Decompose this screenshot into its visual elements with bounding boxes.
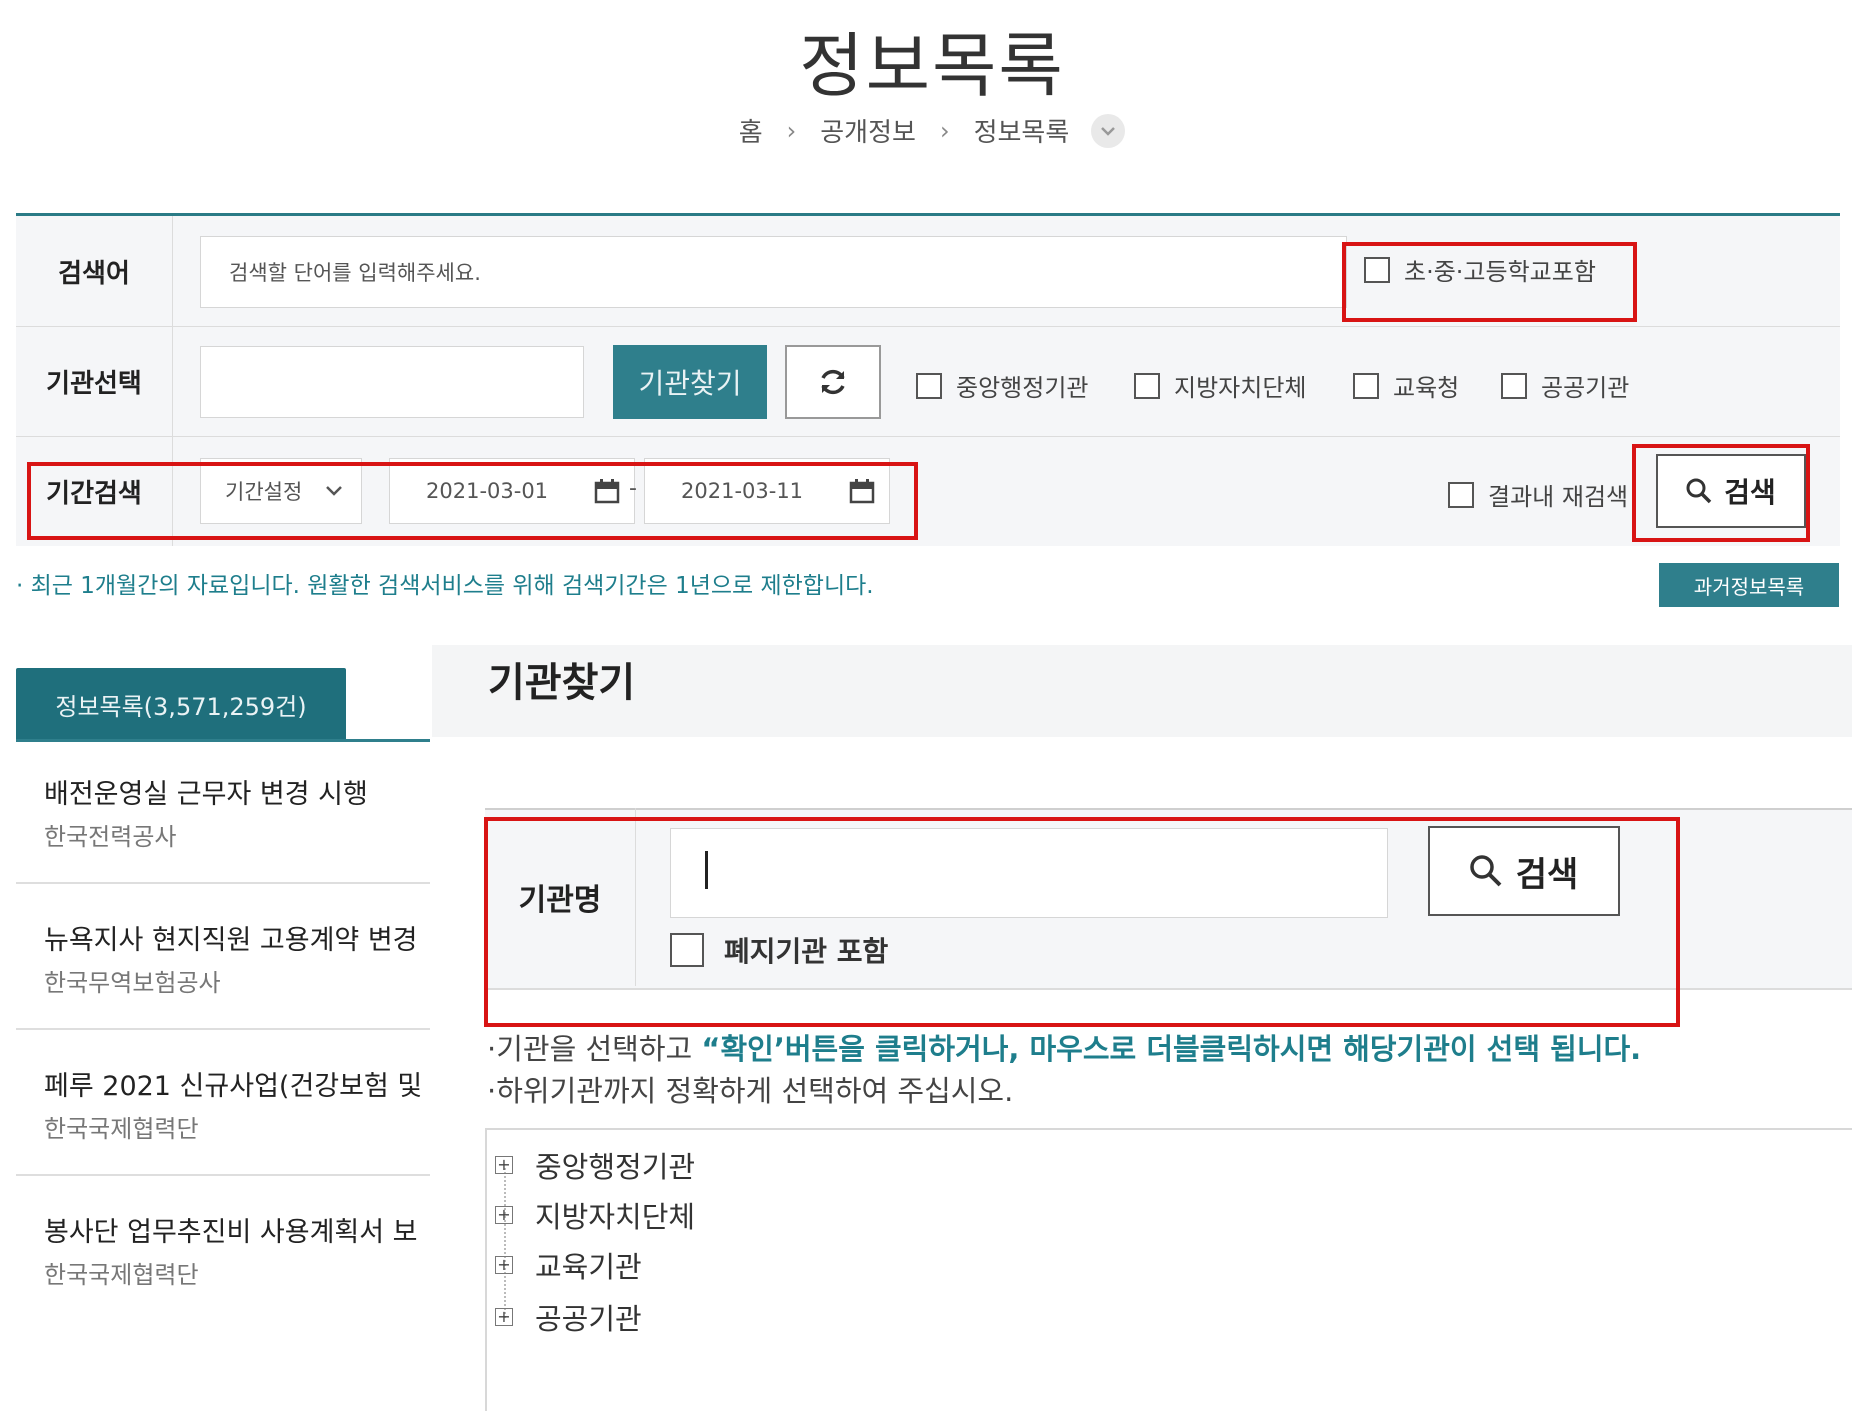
agency-type-label: 중앙행정기관 (956, 374, 1089, 402)
highlight-box (27, 462, 918, 540)
highlight-box (484, 817, 1680, 1027)
search-notice: · 최근 1개월간의 자료입니다. 원활한 검색서비스를 위해 검색기간은 1년… (16, 573, 874, 599)
tree-item-education[interactable]: + 교육기관 (495, 1244, 642, 1286)
list-item-org: 한국국제협력단 (44, 1115, 199, 1143)
modal-info-line1: ·기관을 선택하고 “확인’버튼을 클릭하거나, 마우스로 더블클릭하시면 해당… (487, 1026, 1641, 1068)
agency-type-education[interactable]: 교육청 (1353, 368, 1459, 403)
expand-icon[interactable]: + (495, 1308, 513, 1326)
breadcrumb-home[interactable]: 홈 (739, 112, 763, 149)
within-results-checkbox[interactable]: 결과내 재검색 (1448, 477, 1628, 512)
list-item-title: 페루 2021 신규사업(건강보험 및 (44, 1071, 423, 1102)
checkbox-icon[interactable] (1353, 372, 1379, 399)
list-item-title: 봉사단 업무추진비 사용계획서 보 (44, 1217, 418, 1248)
page-title: 정보목록 (799, 25, 1065, 107)
tree-item-label[interactable]: 교육기관 (535, 1244, 642, 1286)
agency-type-label: 교육청 (1393, 374, 1460, 402)
modal-info-line2: ·하위기관까지 정확하게 선택하여 주십시오. (487, 1074, 1014, 1108)
divider (485, 1128, 487, 1411)
info-text: ·기관을 선택하고 (487, 1032, 702, 1066)
list-item-title: 배전운영실 근무자 변경 시행 (44, 779, 368, 810)
breadcrumb-public-info[interactable]: 공개정보 (820, 112, 916, 149)
agency-type-local[interactable]: 지방자치단체 (1134, 368, 1306, 403)
tab-info-list[interactable]: 정보목록(3,571,259건) (16, 668, 346, 740)
agency-type-public[interactable]: 공공기관 (1501, 368, 1629, 403)
modal-title: 기관찾기 (488, 660, 636, 706)
tree-item-label[interactable]: 지방자치단체 (535, 1194, 695, 1236)
agency-type-label: 지방자치단체 (1174, 374, 1307, 402)
agency-label: 기관선택 (16, 326, 173, 436)
list-item-org: 한국전력공사 (44, 823, 177, 851)
tree-item-label[interactable]: 공공기관 (535, 1296, 642, 1338)
checkbox-icon[interactable] (916, 372, 942, 399)
divider (485, 1128, 1852, 1130)
list-item[interactable]: 봉사단 업무추진비 사용계획서 보 한국국제협력단 (16, 1176, 430, 1320)
tree-item-public[interactable]: + 공공기관 (495, 1296, 642, 1338)
list-item[interactable]: 페루 2021 신규사업(건강보험 및 한국국제협력단 (16, 1030, 430, 1174)
within-results-label: 결과내 재검색 (1488, 483, 1629, 511)
chevron-right-icon: › (786, 116, 797, 145)
keyword-label: 검색어 (16, 216, 173, 326)
expand-icon[interactable]: + (495, 1156, 513, 1174)
list-item[interactable]: 배전운영실 근무자 변경 시행 한국전력공사 (16, 742, 430, 882)
checkbox-icon[interactable] (1134, 372, 1160, 399)
agency-type-central[interactable]: 중앙행정기관 (916, 368, 1088, 403)
breadcrumb-info-list[interactable]: 정보목록 (974, 112, 1070, 149)
tree-item-label[interactable]: 중앙행정기관 (535, 1144, 695, 1186)
find-agency-button[interactable]: 기관찾기 (613, 345, 767, 419)
list-item-org: 한국무역보험공사 (44, 969, 221, 997)
expand-icon[interactable]: + (495, 1206, 513, 1224)
keyword-placeholder: 검색할 단어를 입력해주세요. (229, 261, 481, 285)
list-item-title: 뉴욕지사 현지직원 고용계약 변경 (44, 925, 418, 956)
expand-icon[interactable]: + (495, 1256, 513, 1274)
refresh-button[interactable] (785, 345, 881, 419)
list-item[interactable]: 뉴욕지사 현지직원 고용계약 변경 한국무역보험공사 (16, 884, 430, 1028)
agency-row: 기관선택 기관찾기 중앙행정기관 지방자치단체 교육청 공공기관 (16, 326, 1840, 437)
chevron-right-icon: › (939, 116, 950, 145)
keyword-input[interactable]: 검색할 단어를 입력해주세요. (200, 236, 1347, 308)
checkbox-icon[interactable] (1501, 372, 1527, 399)
refresh-icon (821, 369, 845, 395)
highlight-box (1632, 444, 1810, 542)
tree-item-central[interactable]: + 중앙행정기관 (495, 1144, 695, 1186)
agency-type-label: 공공기관 (1541, 374, 1630, 402)
info-highlight: “확인’버튼을 클릭하거나, 마우스로 더블클릭하시면 해당기관이 선택 됩니다… (701, 1032, 1642, 1066)
chevron-down-icon[interactable] (1091, 113, 1126, 148)
tree-item-local[interactable]: + 지방자치단체 (495, 1194, 695, 1236)
agency-input[interactable] (200, 346, 584, 418)
checkbox-icon[interactable] (1448, 481, 1474, 508)
breadcrumb: 홈 › 공개정보 › 정보목록 (0, 112, 1864, 149)
modal-header (432, 645, 1852, 737)
past-info-button[interactable]: 과거정보목록 (1659, 563, 1839, 607)
list-item-org: 한국국제협력단 (44, 1261, 199, 1289)
highlight-box (1342, 242, 1637, 322)
